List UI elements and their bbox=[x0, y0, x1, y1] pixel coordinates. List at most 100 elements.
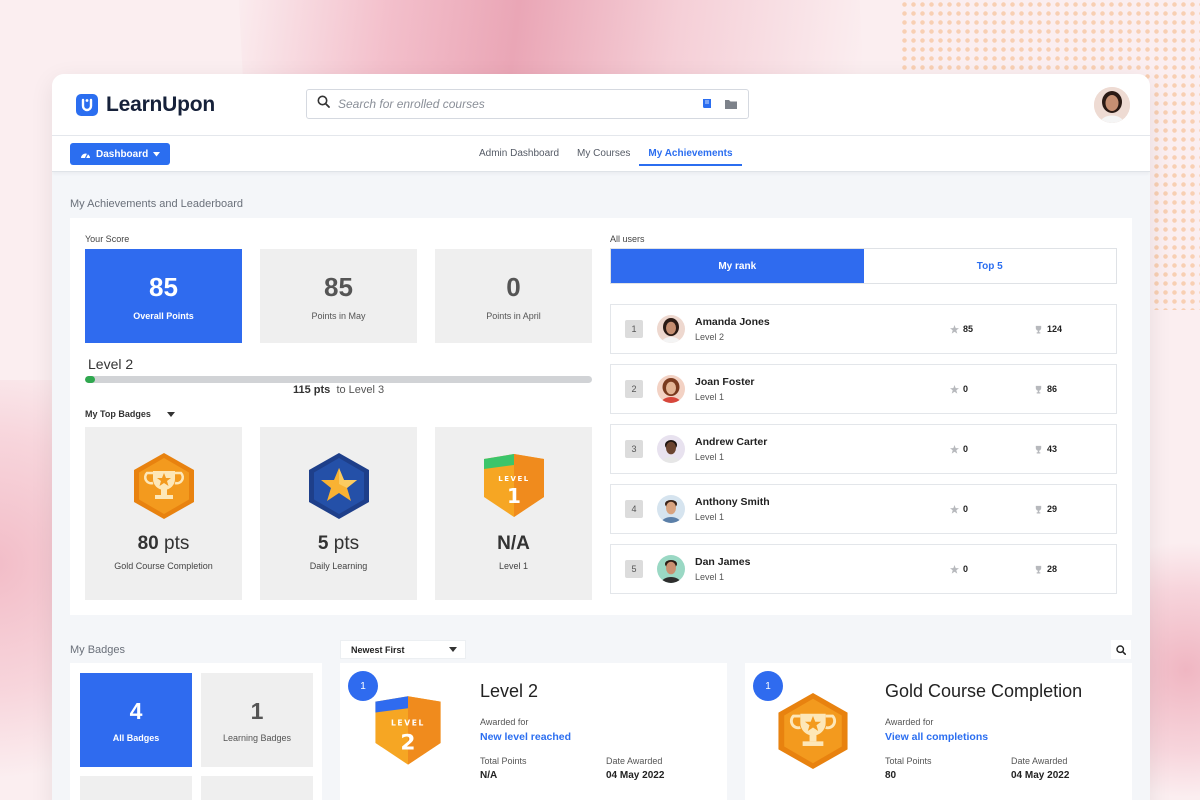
dashboard-dropdown-button[interactable]: Dashboard bbox=[70, 143, 171, 165]
score-value: 0 bbox=[506, 271, 521, 302]
caret-down-icon bbox=[449, 647, 457, 652]
gold-trophy-icon bbox=[778, 693, 848, 769]
svg-text:LEVEL: LEVEL bbox=[498, 475, 529, 483]
top-badge-card[interactable]: 5 pts Daily Learning bbox=[260, 427, 417, 600]
badge-count: 1 bbox=[250, 697, 264, 724]
top-badges-dropdown[interactable]: My Top Badges bbox=[85, 409, 175, 419]
badge-count-label: Learning Badges bbox=[222, 732, 292, 743]
logo-text: LearnUpon bbox=[106, 92, 216, 116]
trophy-icon bbox=[1035, 565, 1042, 574]
star-icon bbox=[950, 384, 959, 394]
trophy-icon bbox=[1035, 385, 1042, 394]
overall-points-card[interactable]: 85 Overall Points bbox=[85, 249, 242, 343]
user-level: Level 1 bbox=[695, 452, 725, 462]
awarded-for-link[interactable]: View all completions bbox=[885, 731, 988, 743]
level-1-badge-icon: LEVEL 1 bbox=[483, 454, 544, 517]
leaderboard-row[interactable]: 3 Andrew Carter Level 1 0 43 bbox=[610, 424, 1117, 474]
top-badge-card[interactable]: 80 pts Gold Course Completion bbox=[85, 427, 242, 600]
trophy-icon bbox=[1035, 325, 1042, 334]
svg-text:1: 1 bbox=[507, 484, 521, 508]
user-trophies: 43 bbox=[1034, 444, 1057, 454]
catalog-book-icon[interactable] bbox=[701, 98, 714, 110]
rank-number: 4 bbox=[625, 500, 643, 518]
user-name: Amanda Jones bbox=[695, 316, 770, 328]
leaderboard-row[interactable]: 2 Joan Foster Level 1 0 86 bbox=[610, 364, 1117, 414]
progress-points: 115 pts bbox=[293, 384, 331, 396]
dashboard-label: Dashboard bbox=[96, 148, 149, 160]
points-may-card[interactable]: 85 Points in May bbox=[260, 249, 417, 343]
my-badges-panel: 4 All Badges 1 Learning Badges bbox=[70, 663, 322, 800]
user-avatar[interactable] bbox=[1094, 87, 1130, 123]
user-avatar bbox=[657, 375, 685, 403]
user-points: 0 bbox=[950, 384, 1034, 394]
top-badge-card[interactable]: LEVEL 1 N/A Level 1 bbox=[435, 427, 592, 600]
your-score-label: Your Score bbox=[85, 234, 130, 244]
svg-text:2: 2 bbox=[400, 730, 415, 755]
leaderboard-row[interactable]: 1 Amanda Jones Level 2 85 124 bbox=[610, 304, 1117, 354]
badge-points: 80 pts bbox=[137, 533, 190, 554]
user-info: Joan Foster Level 1 bbox=[695, 376, 950, 402]
search-input[interactable] bbox=[338, 97, 701, 111]
user-info: Amanda Jones Level 2 bbox=[695, 316, 950, 342]
score-label: Points in May bbox=[311, 310, 366, 321]
top-badges-label: My Top Badges bbox=[85, 409, 151, 419]
user-trophies: 28 bbox=[1034, 564, 1057, 574]
score-label: Points in April bbox=[486, 310, 541, 321]
user-points: 85 bbox=[950, 324, 1034, 334]
learning-badges-card[interactable]: 1 Learning Badges bbox=[201, 673, 313, 767]
nav-bar: Dashboard Admin Dashboard My Courses My … bbox=[52, 136, 1150, 172]
tab-my-achievements[interactable]: My Achievements bbox=[639, 136, 742, 172]
badge-name: Daily Learning bbox=[309, 561, 368, 571]
progress-text: 115 pts to Level 3 bbox=[293, 384, 384, 396]
tab-my-courses[interactable]: My Courses bbox=[568, 136, 639, 172]
leaderboard-row[interactable]: 4 Anthony Smith Level 1 0 29 bbox=[610, 484, 1117, 534]
user-trophies: 124 bbox=[1034, 324, 1062, 334]
tab-admin-dashboard[interactable]: Admin Dashboard bbox=[470, 136, 568, 172]
folder-icon[interactable] bbox=[724, 98, 738, 110]
badge-filter-card[interactable] bbox=[80, 776, 192, 800]
awarded-for-link[interactable]: New level reached bbox=[480, 731, 571, 743]
user-level: Level 1 bbox=[695, 392, 725, 402]
badge-filter-card[interactable] bbox=[201, 776, 313, 800]
search-icon bbox=[317, 95, 330, 113]
user-avatar bbox=[657, 435, 685, 463]
tab-top-5[interactable]: Top 5 bbox=[863, 249, 1116, 283]
badge-search-button[interactable] bbox=[1111, 640, 1131, 659]
user-avatar bbox=[657, 555, 685, 583]
badge-count-label: All Badges bbox=[112, 732, 160, 743]
caret-down-icon bbox=[153, 151, 161, 156]
user-avatar bbox=[657, 315, 685, 343]
user-trophies: 86 bbox=[1034, 384, 1057, 394]
search-icon bbox=[1116, 644, 1126, 655]
sort-dropdown[interactable]: Newest First bbox=[340, 640, 466, 659]
level-progress-bar bbox=[85, 376, 592, 383]
top-bar: LearnUpon bbox=[52, 74, 1150, 136]
star-badge-icon bbox=[308, 453, 369, 519]
user-level: Level 1 bbox=[695, 512, 725, 522]
user-name: Dan James bbox=[695, 556, 751, 568]
leaderboard-tabs: My rank Top 5 bbox=[610, 248, 1117, 284]
score-value: 85 bbox=[149, 271, 178, 302]
rank-number: 5 bbox=[625, 560, 643, 578]
user-points: 0 bbox=[950, 564, 1034, 574]
search-box[interactable] bbox=[306, 89, 749, 119]
caret-down-icon bbox=[166, 411, 175, 417]
star-icon bbox=[950, 444, 959, 454]
star-icon bbox=[950, 564, 959, 574]
logo-icon bbox=[76, 93, 98, 116]
leaderboard-row[interactable]: 5 Dan James Level 1 0 28 bbox=[610, 544, 1117, 594]
tab-my-rank[interactable]: My rank bbox=[611, 249, 864, 283]
award-title: Level 2 bbox=[480, 681, 539, 701]
all-badges-card[interactable]: 4 All Badges bbox=[80, 673, 192, 767]
logo[interactable]: LearnUpon bbox=[76, 93, 215, 117]
gold-trophy-icon bbox=[133, 453, 194, 519]
trophy-icon bbox=[1035, 445, 1042, 454]
date-awarded-label: Date Awarded bbox=[606, 756, 663, 766]
user-info: Dan James Level 1 bbox=[695, 556, 950, 582]
user-avatar bbox=[657, 495, 685, 523]
award-card[interactable]: 1 Gold Course Completion Awarded for Vie… bbox=[745, 663, 1132, 800]
app-window: LearnUpon Dashboard bbox=[52, 74, 1150, 800]
total-points-label: Total Points bbox=[480, 756, 527, 766]
award-card[interactable]: 1 LEVEL 2 Level 2 Awarded for New level … bbox=[340, 663, 727, 800]
points-april-card[interactable]: 0 Points in April bbox=[435, 249, 592, 343]
